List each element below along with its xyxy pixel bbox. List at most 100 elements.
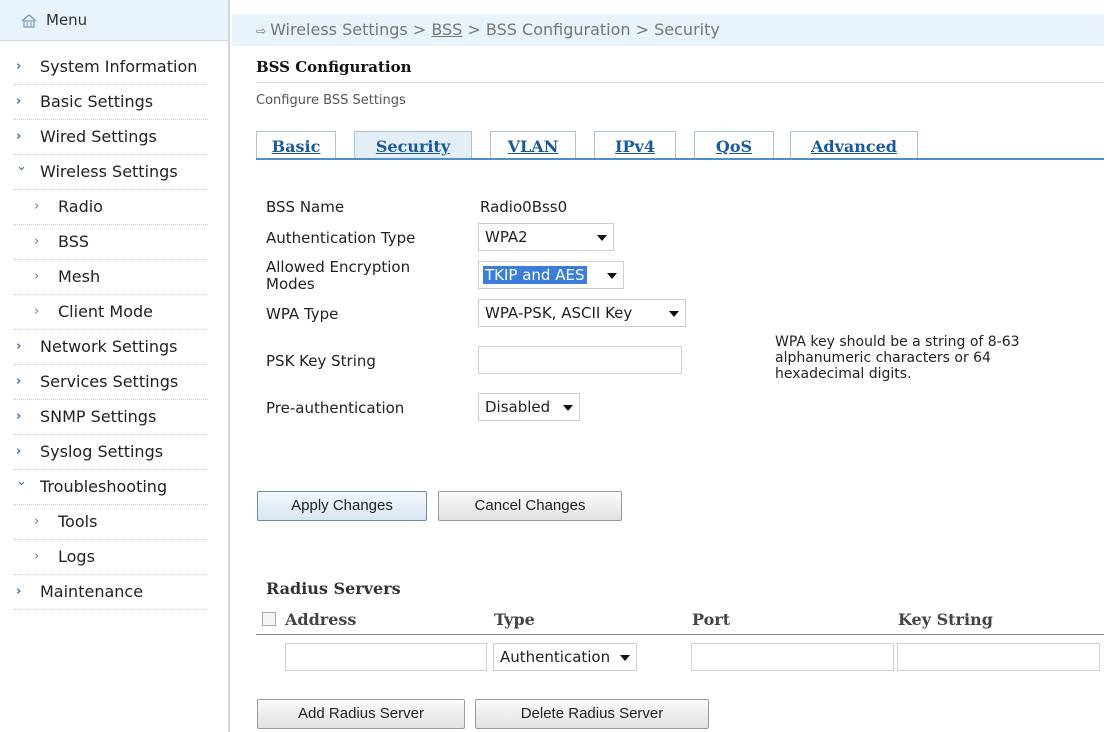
sidebar-item-services-settings[interactable]: › Services Settings xyxy=(14,365,208,400)
bss-name-value: Radio0Bss0 xyxy=(480,198,568,216)
sidebar-item-label: Mesh xyxy=(58,267,101,286)
sidebar: Menu › System Information › Basic Settings ›… xyxy=(0,0,228,732)
title-divider xyxy=(256,82,1104,83)
wpa-type-label: WPA Type xyxy=(266,305,339,323)
tab-basic[interactable]: Basic xyxy=(256,131,336,158)
sidebar-item-network-settings[interactable]: › Network Settings xyxy=(14,330,208,365)
col-address: Address xyxy=(285,610,357,629)
select-all-checkbox[interactable] xyxy=(262,612,276,626)
delete-radius-server-button[interactable]: Delete Radius Server xyxy=(475,699,709,729)
sidebar-item-label: Troubleshooting xyxy=(40,477,168,496)
tab-underline xyxy=(256,158,1104,160)
breadcrumb-sep: > xyxy=(467,20,481,39)
page-title: BSS Configuration xyxy=(256,58,412,76)
sidebar-item-syslog-settings[interactable]: › Syslog Settings xyxy=(14,435,208,470)
chevron-down-icon: ⌄ xyxy=(16,159,27,174)
sidebar-item-label: Syslog Settings xyxy=(40,442,164,461)
sidebar-item-wired-settings[interactable]: › Wired Settings xyxy=(14,120,208,155)
chevron-right-icon: › xyxy=(16,129,22,144)
sidebar-item-label: Network Settings xyxy=(40,337,178,356)
tab-ipv4[interactable]: IPv4 xyxy=(594,131,676,158)
chevron-right-icon: › xyxy=(34,304,40,319)
sidebar-item-label: Services Settings xyxy=(40,372,179,391)
enc-modes-label-line1: Allowed Encryption xyxy=(266,258,411,276)
col-port: Port xyxy=(692,610,731,629)
psk-label: PSK Key String xyxy=(266,352,376,370)
menu-label: Menu xyxy=(46,11,88,29)
sidebar-item-label: Radio xyxy=(58,197,103,216)
chevron-right-icon: › xyxy=(16,444,22,459)
chevron-right-icon: › xyxy=(34,514,40,529)
chevron-right-icon: › xyxy=(16,59,22,74)
apply-changes-button[interactable]: Apply Changes xyxy=(257,491,427,521)
sidebar-item-maintenance[interactable]: › Maintenance xyxy=(14,575,208,610)
tab-advanced[interactable]: Advanced xyxy=(790,131,918,158)
sidebar-item-label: Basic Settings xyxy=(40,92,154,111)
enc-modes-select[interactable]: TKIP and AES xyxy=(478,261,624,289)
menu-header: Menu xyxy=(0,0,228,41)
psk-key-input[interactable] xyxy=(478,346,682,374)
sidebar-item-troubleshooting[interactable]: ⌄ Troubleshooting xyxy=(14,470,208,505)
sidebar-item-label: BSS xyxy=(58,232,90,251)
enc-modes-label-line2: Modes xyxy=(266,275,315,293)
enc-modes-label: Allowed Encryption Modes xyxy=(266,259,410,293)
chevron-right-icon: › xyxy=(16,374,22,389)
page-subtitle: Configure BSS Settings xyxy=(256,93,406,108)
enc-modes-value: TKIP and AES xyxy=(483,266,587,284)
auth-type-value: WPA2 xyxy=(485,228,528,246)
chevron-down-icon xyxy=(563,405,573,411)
col-key-string: Key String xyxy=(898,610,993,629)
cancel-changes-button[interactable]: Cancel Changes xyxy=(438,491,622,521)
chevron-right-icon: › xyxy=(34,549,40,564)
chevron-down-icon xyxy=(597,235,607,241)
home-icon xyxy=(21,14,37,28)
radius-port-input[interactable] xyxy=(691,643,894,671)
sidebar-item-label: Maintenance xyxy=(40,582,144,601)
bss-name-label: BSS Name xyxy=(266,198,345,216)
sidebar-item-basic-settings[interactable]: › Basic Settings xyxy=(14,85,208,120)
breadcrumb-sep: > xyxy=(412,20,427,39)
breadcrumb-bss-configuration: BSS Configuration xyxy=(485,20,631,39)
psk-note: WPA key should be a string of 8-63 alpha… xyxy=(775,334,1020,382)
radius-servers-title: Radius Servers xyxy=(266,579,401,598)
chevron-right-icon: › xyxy=(16,94,22,109)
sidebar-item-label: Tools xyxy=(58,512,98,531)
sidebar-item-bss[interactable]: › BSS xyxy=(14,225,208,260)
preauth-select[interactable]: Disabled xyxy=(478,393,580,421)
sidebar-item-label: Logs xyxy=(58,547,95,566)
preauth-value: Disabled xyxy=(485,398,551,416)
auth-type-label: Authentication Type xyxy=(266,229,416,247)
chevron-down-icon xyxy=(607,273,617,279)
table-header-divider xyxy=(256,634,1104,635)
radius-address-input[interactable] xyxy=(285,643,487,671)
wpa-type-select[interactable]: WPA-PSK, ASCII Key xyxy=(478,299,686,327)
radius-type-select[interactable]: Authentication xyxy=(493,643,637,671)
breadcrumb-wireless-settings: Wireless Settings xyxy=(270,20,408,39)
tab-qos[interactable]: QoS xyxy=(694,131,774,158)
auth-type-select[interactable]: WPA2 xyxy=(478,223,614,251)
sidebar-item-label: System Information xyxy=(40,57,198,76)
chevron-right-icon: › xyxy=(34,199,40,214)
chevron-right-icon: › xyxy=(34,269,40,284)
sidebar-item-wireless-settings[interactable]: ⌄ Wireless Settings xyxy=(14,155,208,190)
chevron-down-icon: ⌄ xyxy=(16,474,27,489)
tab-security[interactable]: Security xyxy=(354,131,472,158)
sidebar-item-tools[interactable]: › Tools xyxy=(14,505,208,540)
breadcrumb: ⇨ Wireless Settings > BSS > BSS Configura… xyxy=(256,20,720,39)
add-radius-server-button[interactable]: Add Radius Server xyxy=(257,699,465,729)
tab-bar: Basic Security VLAN IPv4 QoS Advanced xyxy=(256,131,1104,161)
preauth-label: Pre-authentication xyxy=(266,399,405,417)
wpa-type-value: WPA-PSK, ASCII Key xyxy=(485,304,633,322)
breadcrumb-link-bss[interactable]: BSS xyxy=(431,20,462,39)
sidebar-item-logs[interactable]: › Logs xyxy=(14,540,208,575)
arrow-right-icon: ⇨ xyxy=(256,24,267,38)
sidebar-item-snmp-settings[interactable]: › SNMP Settings xyxy=(14,400,208,435)
sidebar-item-radio[interactable]: › Radio xyxy=(14,190,208,225)
sidebar-item-client-mode[interactable]: › Client Mode xyxy=(14,295,208,330)
sidebar-item-system-information[interactable]: › System Information xyxy=(14,50,208,85)
sidebar-item-label: Wired Settings xyxy=(40,127,157,146)
tab-vlan[interactable]: VLAN xyxy=(490,131,576,158)
sidebar-item-mesh[interactable]: › Mesh xyxy=(14,260,208,295)
radius-key-input[interactable] xyxy=(897,643,1100,671)
breadcrumb-security: Security xyxy=(654,20,720,39)
